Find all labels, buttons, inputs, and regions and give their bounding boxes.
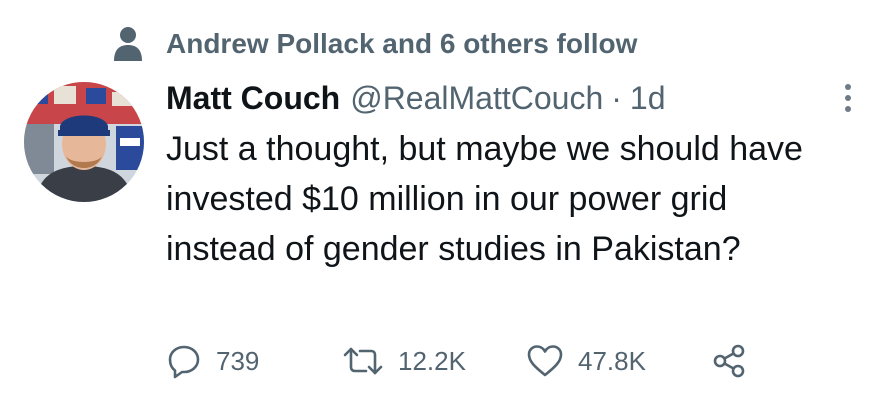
more-dot-icon [845, 106, 851, 112]
tweet-actions: 739 12.2K 47.8K [166, 336, 806, 386]
person-icon [114, 27, 142, 61]
share-icon [713, 344, 745, 378]
tweet-text: Just a thought, but maybe we should have… [166, 130, 803, 268]
like-count: 47.8K [578, 345, 646, 376]
reply-icon [168, 345, 200, 379]
more-options-button[interactable] [836, 78, 860, 118]
retweet-count: 12.2K [398, 345, 466, 376]
retweet-icon [343, 347, 383, 375]
heart-icon [527, 345, 563, 377]
like-button[interactable]: 47.8K [526, 336, 646, 386]
social-context[interactable]: Andrew Pollack and 6 others follow [112, 22, 637, 66]
avatar[interactable] [24, 82, 144, 202]
tweet-header: Matt Couch @RealMattCouch · 1d [166, 76, 665, 120]
share-button[interactable] [711, 336, 747, 386]
author-handle[interactable]: @RealMattCouch [350, 80, 603, 117]
author-name[interactable]: Matt Couch [166, 80, 340, 117]
header-separator: · [611, 79, 622, 116]
more-dot-icon [845, 84, 851, 90]
timestamp[interactable]: 1d [630, 80, 666, 117]
reply-button[interactable]: 739 [166, 336, 259, 386]
retweet-button[interactable]: 12.2K [342, 336, 466, 386]
social-context-text: Andrew Pollack and 6 others follow [166, 28, 638, 59]
more-dot-icon [845, 95, 851, 101]
profile-photo [24, 82, 144, 202]
reply-count: 739 [216, 345, 260, 376]
